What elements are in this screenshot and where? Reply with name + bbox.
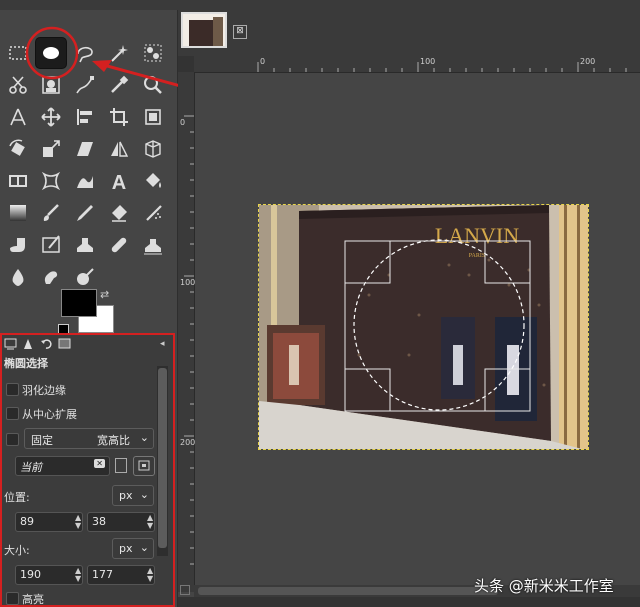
fixed-checkbox[interactable] (6, 433, 19, 446)
image-canvas[interactable]: LANVIN PARIS (258, 204, 589, 450)
close-tab-icon[interactable]: ⊠ (233, 25, 247, 39)
highlight-checkbox[interactable] (6, 592, 19, 605)
undo-history-tab-icon[interactable] (38, 335, 54, 351)
store-sign: LANVIN (435, 223, 519, 248)
feather-checkbox[interactable] (6, 383, 19, 396)
dock-tabs (2, 335, 72, 353)
position-x-value: 89 (20, 515, 34, 528)
size-height-value: 177 (92, 568, 113, 581)
tool-options-title: 椭圆选择 (4, 357, 48, 370)
preset-menu-button[interactable] (133, 456, 155, 476)
tool-options-scrollbar-thumb[interactable] (158, 368, 167, 548)
document-icon[interactable] (115, 458, 127, 473)
spin-down-icon[interactable]: ▼ (75, 522, 81, 530)
highlight-circle (25, 26, 79, 80)
position-y-input[interactable]: 38 ▲ ▼ (87, 512, 155, 532)
ruler-corner[interactable] (178, 56, 194, 72)
chevron-down-icon: ⌄ (139, 488, 149, 501)
expand-from-center-checkbox[interactable] (6, 407, 19, 420)
fixed-mode-value: 宽高比 (97, 434, 130, 447)
watermark: 头条 @新米米工作室 (474, 577, 614, 595)
image-thumbnail-tab[interactable] (181, 12, 227, 48)
v-ruler-label: 0 (180, 118, 186, 127)
spin-down-icon[interactable]: ▼ (147, 522, 153, 530)
fixed-mode-combo[interactable]: 固定 宽高比 ⌄ (24, 428, 154, 449)
size-height-input[interactable]: 177 ▲ ▼ (87, 565, 155, 585)
dock-menu-icon[interactable]: ◂ (160, 339, 165, 349)
size-width-value: 190 (20, 568, 41, 581)
vertical-ruler[interactable]: 0 100 200 (178, 72, 195, 592)
size-unit: px (119, 542, 133, 555)
size-width-input[interactable]: 190 ▲ ▼ (15, 565, 83, 585)
status-bar (178, 597, 640, 607)
preset-value: 当前 (20, 461, 42, 474)
position-unit: px (119, 489, 133, 502)
h-ruler-label: 0 (260, 57, 266, 66)
feather-label: 羽化边缘 (22, 384, 66, 397)
navigate-icon[interactable] (180, 585, 190, 595)
v-ruler-label: 100 (180, 278, 196, 287)
position-y-value: 38 (92, 515, 106, 528)
store-sign-sub: PARIS (469, 253, 485, 259)
device-status-tab-icon[interactable] (20, 335, 36, 351)
highlight-label: 高亮 (22, 593, 44, 606)
tool-options-tab-icon[interactable] (2, 335, 18, 351)
storefront-photo: LANVIN PARIS (259, 205, 588, 449)
h-ruler-label: 100 (420, 57, 436, 66)
clear-icon[interactable]: ✕ (94, 459, 105, 468)
position-unit-combo[interactable]: px ⌄ (112, 485, 154, 506)
h-ruler-label: 200 (580, 57, 596, 66)
spin-down-icon[interactable]: ▼ (147, 575, 153, 583)
fixed-label: 固定 (31, 434, 53, 447)
preset-field[interactable]: 当前 ✕ (15, 456, 110, 476)
images-tab-icon[interactable] (56, 335, 72, 351)
horizontal-scrollbar-thumb[interactable] (198, 587, 498, 595)
position-x-input[interactable]: 89 ▲ ▼ (15, 512, 83, 532)
v-ruler-label: 200 (180, 438, 196, 447)
chevron-down-icon: ⌄ (139, 431, 149, 444)
horizontal-ruler[interactable]: 0 100 200 (194, 56, 640, 73)
position-label: 位置: (4, 491, 30, 504)
expand-from-center-label: 从中心扩展 (22, 408, 77, 421)
chevron-down-icon: ⌄ (139, 541, 149, 554)
image-tab-bar (178, 10, 640, 56)
size-label: 大小: (4, 544, 30, 557)
size-unit-combo[interactable]: px ⌄ (112, 538, 154, 559)
spin-down-icon[interactable]: ▼ (75, 575, 81, 583)
